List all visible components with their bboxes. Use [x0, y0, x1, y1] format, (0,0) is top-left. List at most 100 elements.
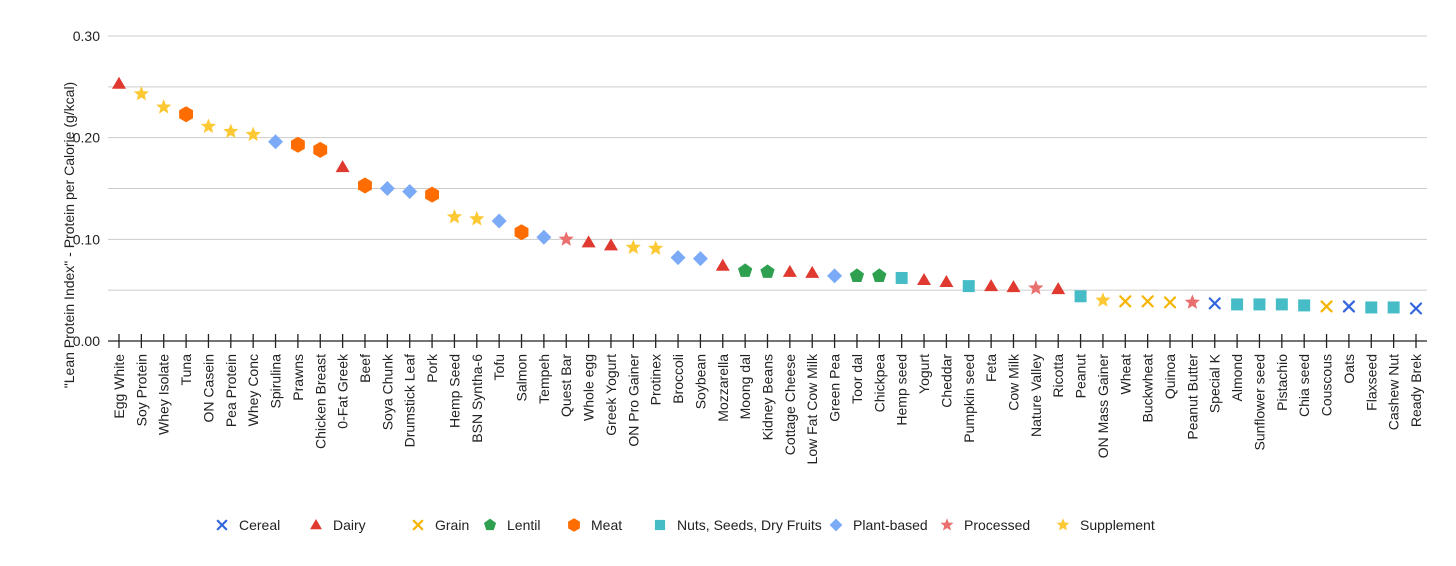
data-point: [290, 136, 305, 153]
x-tick-label: Drumstick Leaf: [402, 354, 418, 447]
data-point: [648, 240, 664, 255]
data-point: [358, 177, 372, 194]
x-tick-label: ON Mass Gainer: [1095, 354, 1111, 459]
x-tick-label: Soya Chunk: [379, 353, 395, 430]
data-point: [1365, 301, 1378, 314]
x-tick-label: Whole egg: [581, 354, 597, 421]
data-point: [514, 224, 529, 241]
x-tick-label: Hemp seed: [894, 354, 910, 426]
x-tick-label: Cottage Cheese: [782, 354, 798, 455]
data-point: [827, 268, 843, 284]
legend-marker-icon: [568, 518, 580, 532]
x-tick-label: Green Pea: [827, 354, 843, 422]
data-point: [379, 181, 395, 196]
y-axis-label: "Lean Protein Index" - Protein per Calor…: [61, 82, 77, 388]
legend-marker-icon: [654, 519, 666, 531]
legend-marker-icon: [940, 518, 954, 531]
data-point: [1006, 280, 1021, 293]
x-tick-label: Couscous: [1319, 354, 1335, 416]
x-tick-label: BSN Syntha-6: [469, 354, 485, 443]
x-tick-label: Beef: [357, 354, 373, 383]
data-point: [1095, 292, 1111, 307]
data-point: [1163, 296, 1177, 309]
data-point: [984, 279, 999, 292]
x-axis-tick-labels: Egg White Soy Protein Whey Isolate Tuna ON C…: [111, 353, 1424, 464]
data-point: [245, 126, 261, 142]
x-tick-label: Cow Milk: [1005, 353, 1021, 411]
x-tick-label: Whey Conc: [245, 354, 261, 426]
x-tick-label: Mozzarella: [715, 354, 731, 422]
data-point: [670, 250, 686, 266]
legend-label: Supplement: [1080, 517, 1155, 533]
data-point: [1320, 300, 1333, 313]
x-tick-label: Quinoa: [1162, 354, 1178, 399]
data-point: [760, 264, 775, 278]
x-tick-label: Kidney Beans: [760, 354, 776, 440]
x-tick-label: Chia seed: [1296, 354, 1312, 417]
data-point: [491, 213, 507, 229]
legend-label: Meat: [591, 517, 622, 533]
x-tick-label: Wheat: [1117, 354, 1133, 395]
legend-label: Cereal: [239, 517, 280, 533]
legend-item: Cereal: [216, 517, 280, 533]
data-point: [805, 265, 820, 278]
x-tick-label: Greek Yogurt: [603, 354, 619, 436]
x-tick-label: Egg White: [111, 354, 127, 419]
legend-label: Dairy: [333, 517, 366, 533]
data-point: [1231, 298, 1244, 311]
legend-marker-icon: [412, 519, 424, 531]
x-tick-label: Moong dal: [737, 354, 753, 419]
x-tick-label: Low Fat Cow Milk: [804, 353, 820, 464]
legend-label: Nuts, Seeds, Dry Fruits: [677, 517, 822, 533]
data-point: [962, 280, 975, 293]
data-point: [156, 99, 172, 114]
data-point: [1342, 300, 1356, 313]
data-points: [112, 76, 1423, 315]
x-tick-label: Yogurt: [916, 354, 932, 394]
data-point: [1119, 295, 1132, 308]
x-tick-label: Cashew Nut: [1386, 354, 1402, 430]
data-point: [1074, 290, 1087, 303]
data-point: [625, 239, 641, 254]
data-point: [1028, 280, 1044, 295]
x-tick-label: Sunflower seed: [1251, 354, 1267, 451]
x-tick-label: Almond: [1229, 354, 1245, 401]
x-tick-label: Hemp Seed: [446, 354, 462, 428]
legend-item: Nuts, Seeds, Dry Fruits: [654, 517, 822, 533]
data-point: [1184, 294, 1200, 309]
data-point: [133, 85, 149, 101]
x-tick-label: Soybean: [692, 354, 708, 409]
x-tick-label: Soy Protein: [133, 354, 149, 426]
legend-item: Supplement: [1056, 517, 1155, 533]
data-point: [112, 76, 126, 89]
data-point: [469, 211, 485, 226]
data-point: [1298, 299, 1311, 312]
legend-label: Plant-based: [853, 517, 928, 533]
x-tick-label: Tofu: [491, 354, 507, 380]
legend-label: Lentil: [507, 517, 540, 533]
data-point: [1275, 298, 1288, 311]
data-point: [895, 271, 908, 284]
data-point: [200, 118, 217, 133]
data-point: [335, 160, 350, 173]
legend-label: Grain: [435, 517, 469, 533]
data-point: [917, 273, 932, 285]
x-tick-label: Pistachio: [1274, 354, 1290, 411]
x-tick-label: Feta: [983, 354, 999, 382]
data-point: [268, 134, 284, 150]
data-point: [849, 268, 865, 282]
data-point: [603, 238, 618, 251]
x-tick-label: Oats: [1341, 354, 1357, 384]
data-point: [402, 184, 418, 200]
data-point: [1051, 282, 1066, 295]
x-tick-label: Special K: [1207, 353, 1223, 413]
data-point: [313, 141, 328, 158]
x-tick-label: Spirulina: [268, 354, 284, 409]
x-tick-label: Pork: [424, 353, 440, 383]
x-tick-label: ON Pro Gainer: [625, 354, 641, 447]
x-tick-label: Ricotta: [1050, 354, 1066, 398]
data-point: [1409, 302, 1423, 315]
x-tick-label: Whey Isolate: [156, 354, 172, 435]
data-point: [223, 123, 239, 139]
legend-item: Grain: [412, 517, 469, 533]
